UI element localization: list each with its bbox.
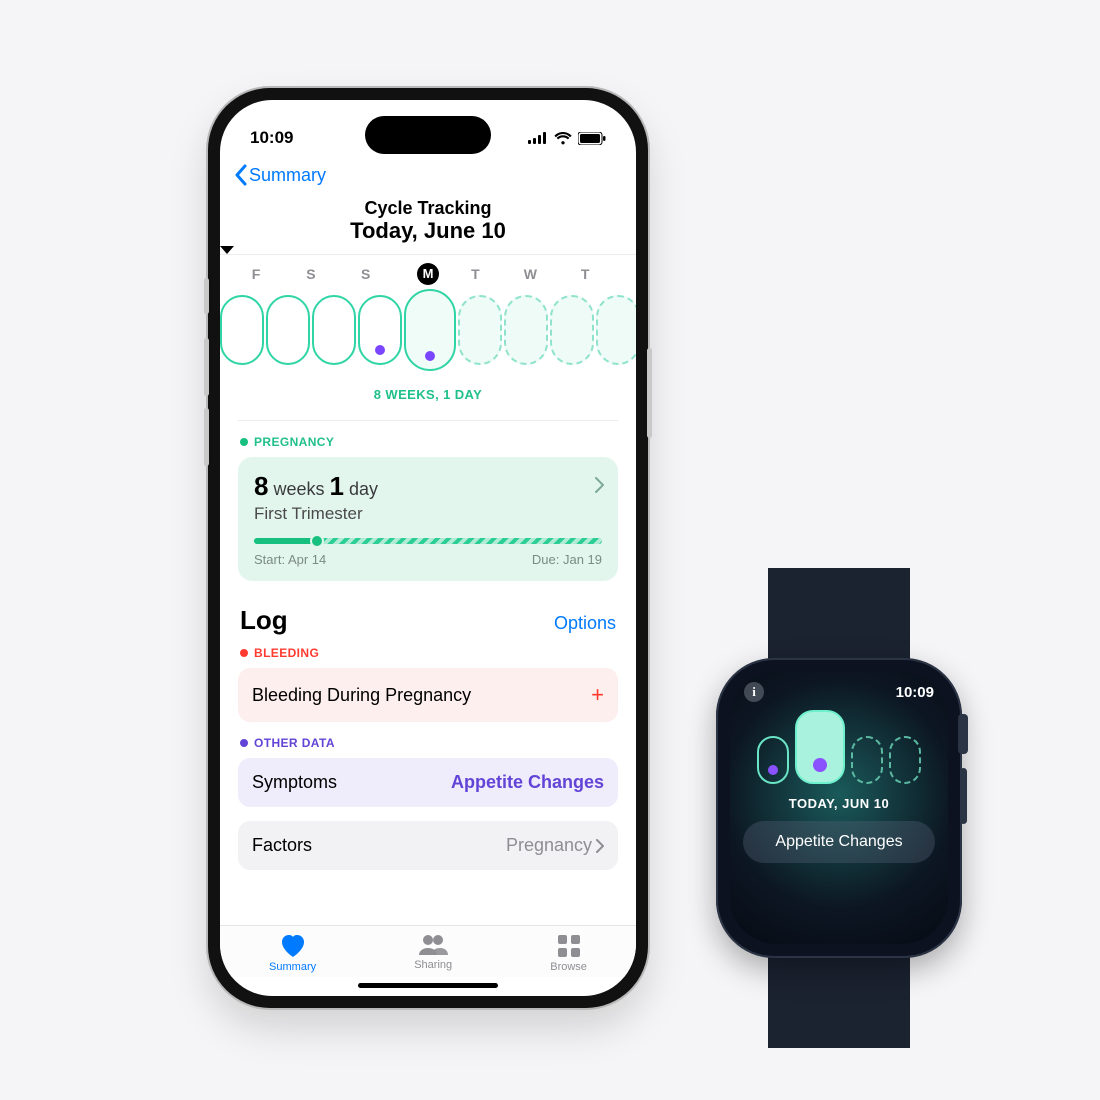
iphone-device: 10:09 [208, 88, 648, 1008]
day-s2: S [346, 266, 386, 282]
tab-browse[interactable]: Browse [550, 934, 587, 973]
phone-screen: 10:09 [220, 100, 636, 996]
watch-cycle-oval[interactable] [889, 736, 921, 784]
today-caret-icon [220, 246, 636, 254]
data-dot-icon [768, 765, 778, 775]
data-dot-icon [813, 758, 827, 772]
bleeding-category-label: BLEEDING [220, 646, 636, 668]
status-time: 10:09 [250, 128, 293, 148]
other-data-category-label: OTHER DATA [220, 736, 636, 758]
trimester-label: First Trimester [254, 504, 602, 524]
symptoms-row-label: Symptoms [252, 772, 337, 793]
data-dot-icon [425, 351, 435, 361]
cycle-day-oval[interactable] [358, 295, 402, 365]
phone-volume-down [204, 408, 209, 466]
phone-mute-switch [204, 278, 209, 314]
log-options-button[interactable]: Options [554, 613, 616, 634]
watch-screen: i 10:09 TODAY, JUN 10 Appetite Changes [730, 672, 948, 944]
category-dot-icon [240, 438, 248, 446]
bleeding-row-label: Bleeding During Pregnancy [252, 685, 471, 706]
pregnancy-progress: Start: Apr 14 Due: Jan 19 [254, 538, 602, 567]
pregnancy-card[interactable]: 8 weeks 1 day First Trimester [238, 457, 618, 581]
symptoms-row[interactable]: Symptoms Appetite Changes [238, 758, 618, 807]
heart-icon [279, 934, 307, 958]
watch-band [768, 568, 910, 668]
bleeding-row[interactable]: Bleeding During Pregnancy + [238, 668, 618, 722]
tab-bar: Summary Sharing Browse [220, 925, 636, 977]
data-dot-icon [375, 345, 385, 355]
start-date: Start: Apr 14 [254, 552, 326, 567]
tab-sharing[interactable]: Sharing [414, 934, 452, 973]
symptoms-value: Appetite Changes [451, 772, 604, 793]
progress-thumb-icon [310, 534, 324, 548]
home-indicator[interactable] [358, 983, 498, 988]
chevron-left-icon [234, 164, 247, 186]
phone-volume-up [204, 338, 209, 396]
watch-cycle-today-oval[interactable] [795, 710, 845, 784]
watch-cycle-oval[interactable] [757, 736, 789, 784]
dynamic-island [365, 116, 491, 154]
watch-cycle-row[interactable] [757, 710, 921, 784]
watch-cycle-oval[interactable] [851, 736, 883, 784]
log-title: Log [240, 605, 288, 636]
watch-time: 10:09 [896, 684, 934, 701]
day-t1: T [455, 266, 495, 282]
pregnancy-category-label: PREGNANCY [220, 435, 636, 457]
day-labels: F S S M T W T [220, 254, 636, 289]
cycle-day-oval[interactable] [504, 295, 548, 365]
separator [238, 420, 618, 421]
cycle-day-oval[interactable] [596, 295, 636, 365]
cycle-scroll[interactable] [220, 289, 636, 379]
day-today: M [417, 263, 439, 285]
cycle-day-oval[interactable] [266, 295, 310, 365]
cycle-day-today-oval[interactable] [404, 289, 456, 371]
watch-side-button [960, 768, 967, 824]
apple-watch-device: i 10:09 TODAY, JUN 10 Appetite Changes [708, 568, 970, 1048]
chevron-right-icon [595, 477, 604, 493]
battery-icon [578, 132, 606, 145]
factors-row[interactable]: Factors Pregnancy [238, 821, 618, 870]
wifi-icon [554, 132, 572, 145]
grid-icon [557, 934, 581, 958]
digital-crown [958, 714, 968, 754]
cycle-day-oval[interactable] [312, 295, 356, 365]
tab-summary[interactable]: Summary [269, 934, 316, 973]
cycle-day-oval[interactable] [550, 295, 594, 365]
nav-bar: Summary [220, 158, 636, 198]
info-icon[interactable]: i [744, 682, 764, 702]
watch-symptom-pill[interactable]: Appetite Changes [743, 821, 935, 863]
day-t2: T [565, 266, 605, 282]
weeks-caption: 8 WEEKS, 1 DAY [220, 387, 636, 402]
back-button[interactable]: Summary [234, 164, 326, 186]
day-s1: S [291, 266, 331, 282]
today-title: Today, June 10 [220, 218, 636, 244]
people-icon [418, 934, 448, 956]
factors-value: Pregnancy [506, 835, 592, 856]
phone-power-button [647, 348, 652, 438]
day-w: W [510, 266, 550, 282]
category-dot-icon [240, 649, 248, 657]
factors-row-label: Factors [252, 835, 312, 856]
watch-today-label: TODAY, JUN 10 [789, 796, 889, 811]
back-label: Summary [249, 165, 326, 186]
cycle-day-oval[interactable] [220, 295, 264, 365]
cellular-icon [528, 132, 548, 144]
watch-band [768, 948, 910, 1048]
plus-icon[interactable]: + [591, 682, 604, 708]
pregnancy-duration: 8 weeks 1 day [254, 471, 602, 502]
day-f: F [236, 266, 276, 282]
category-dot-icon [240, 739, 248, 747]
watch-body: i 10:09 TODAY, JUN 10 Appetite Changes [716, 658, 962, 958]
due-date: Due: Jan 19 [532, 552, 602, 567]
cycle-day-oval[interactable] [458, 295, 502, 365]
chevron-right-icon [596, 839, 604, 853]
